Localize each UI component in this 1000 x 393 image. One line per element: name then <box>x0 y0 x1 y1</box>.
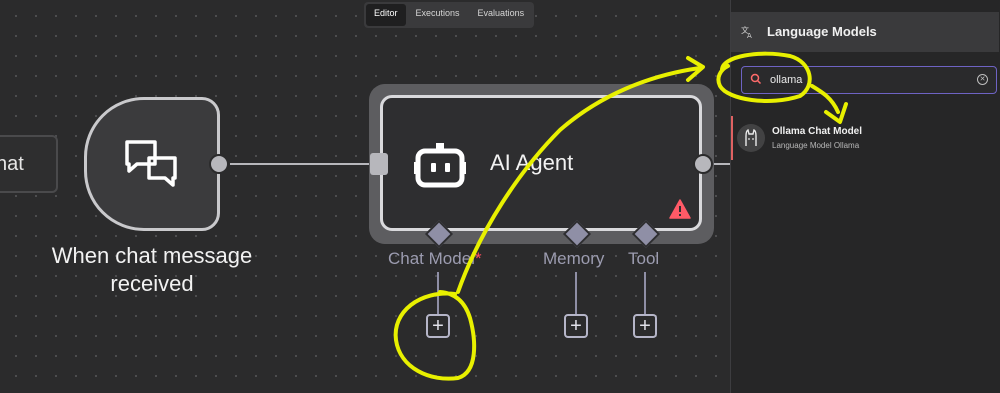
clear-search-icon[interactable]: ✕ <box>977 74 988 85</box>
memory-label: Memory <box>543 249 605 268</box>
robot-icon <box>414 143 466 188</box>
chat-model-text: Chat Model <box>388 249 475 268</box>
translate-icon: 文 A <box>741 25 752 39</box>
required-asterisk: * <box>474 249 482 268</box>
trigger-label-line1: When chat message <box>51 243 253 268</box>
search-input[interactable]: ollama ✕ <box>741 66 997 94</box>
add-chat-model-button[interactable]: + <box>426 314 450 338</box>
workflow-canvas[interactable]: Editor Executions Evaluations hat When c… <box>0 0 730 393</box>
result-name: Ollama Chat Model <box>772 126 863 137</box>
node-creator-panel: 文 A Language Models ollama ✕ Ollama Chat… <box>730 0 1000 393</box>
panel-title: Language Models <box>767 24 877 39</box>
tool-label: Tool <box>628 249 660 268</box>
result-description: Language Model Ollama <box>772 141 860 150</box>
trigger-output-port[interactable] <box>209 154 229 174</box>
chat-model-line <box>437 272 439 314</box>
chat-model-label: Chat Model* <box>388 249 482 269</box>
agent-input-port[interactable] <box>370 153 388 175</box>
warning-icon[interactable] <box>669 199 691 219</box>
panel-header: 文 A Language Models <box>731 12 999 52</box>
chat-bubbles-icon <box>125 140 177 187</box>
trigger-label-line2: received <box>110 271 194 296</box>
chat-trigger-node[interactable] <box>84 97 220 231</box>
chat-node-partial[interactable]: hat <box>0 135 58 193</box>
llama-icon <box>737 124 765 152</box>
trigger-node-label: When chat message received <box>30 242 274 298</box>
agent-output-port[interactable] <box>693 154 713 174</box>
add-tool-button[interactable]: + <box>633 314 657 338</box>
result-ollama-chat-model[interactable]: Ollama Chat Model Language Model Ollama <box>731 116 999 160</box>
svg-text:A: A <box>747 32 752 39</box>
tool-line <box>644 272 646 314</box>
chat-node-label: hat <box>0 152 24 175</box>
agent-title: AI Agent <box>490 150 574 175</box>
add-memory-button[interactable]: + <box>564 314 588 338</box>
memory-line <box>575 272 577 314</box>
search-value: ollama <box>770 74 803 86</box>
search-icon <box>750 73 762 85</box>
